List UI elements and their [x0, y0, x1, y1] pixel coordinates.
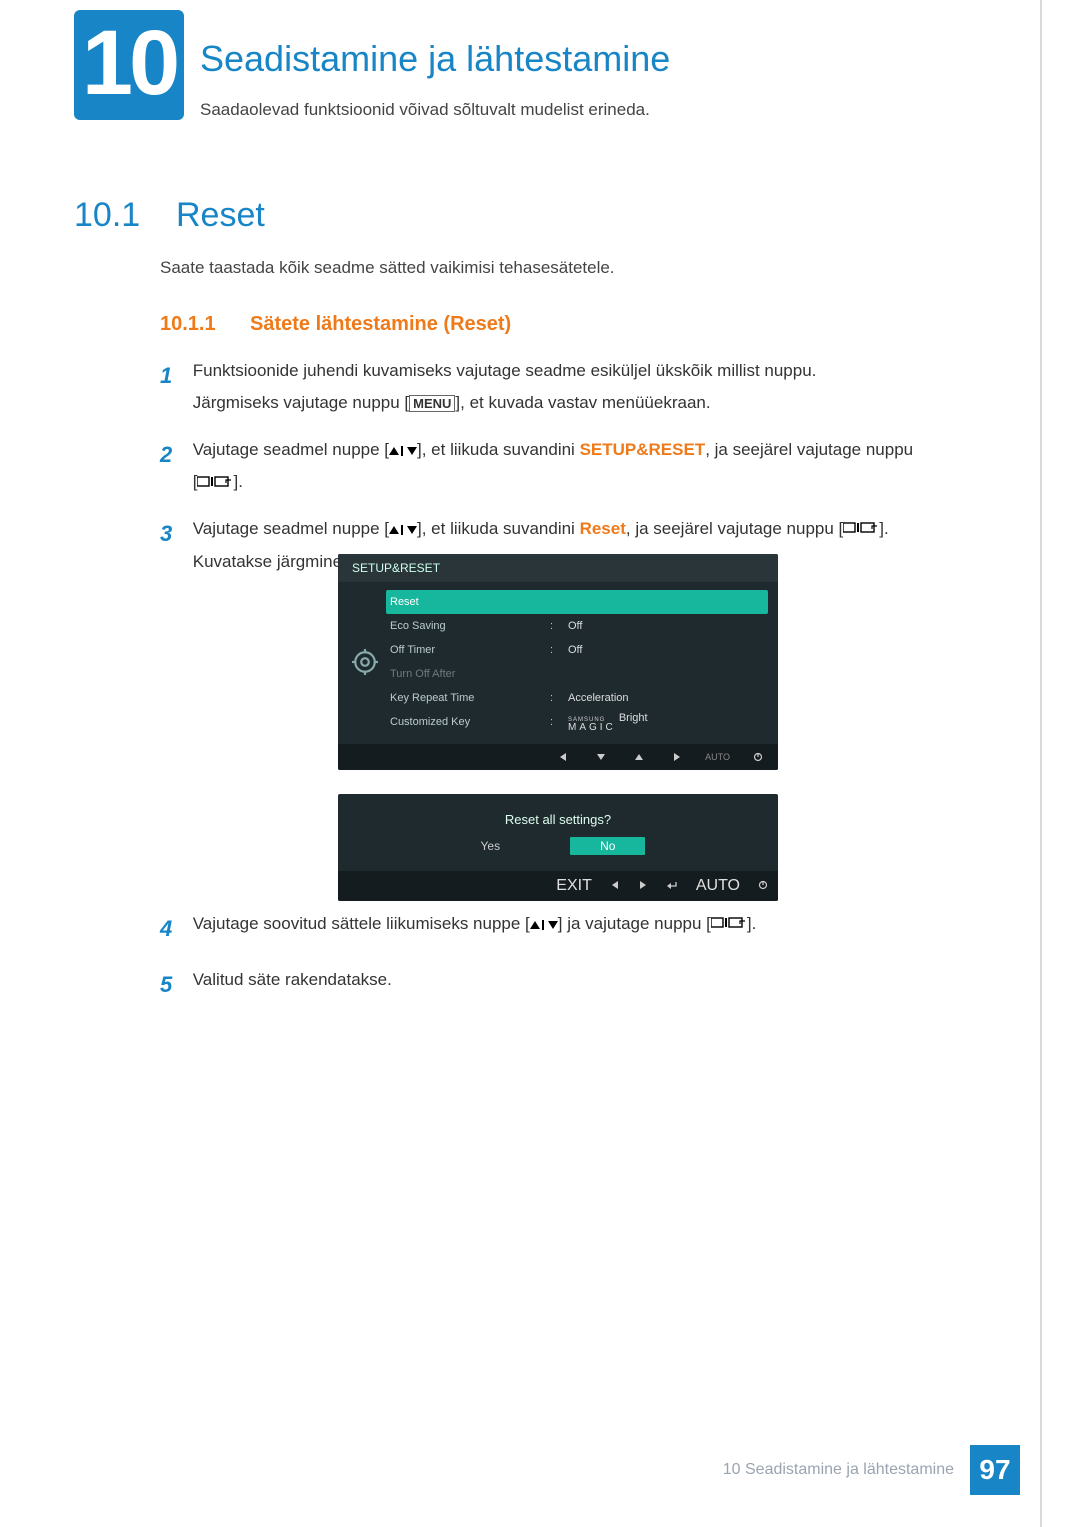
nav-down-icon [591, 750, 611, 764]
step-5: 5 Valitud säte rakendatakse. [160, 964, 990, 1006]
chapter-subtitle: Saadaolevad funktsioonid võivad sõltuval… [200, 100, 650, 120]
osd-value-text: Bright [619, 712, 648, 724]
dialog-question: Reset all settings? [338, 794, 778, 837]
dialog-exit-label: EXIT [556, 877, 592, 895]
step-text: ]. [879, 519, 888, 538]
page-footer: 10 Seadistamine ja lähtestamine 97 [723, 1445, 1020, 1495]
step-number: 1 [160, 355, 188, 397]
osd-value: Off [568, 620, 582, 632]
enter-icon [666, 877, 678, 895]
page-number-badge: 97 [970, 1445, 1020, 1495]
osd-row: Key Repeat Time:Acceleration [390, 686, 768, 710]
step-1: 1 Funktsioonide juhendi kuvamiseks vajut… [160, 355, 990, 420]
subsection-number: 10.1.1 [160, 313, 216, 336]
osd-label: Customized Key [390, 716, 550, 728]
step-text: ], et liikuda suvandini [417, 440, 580, 459]
page-border-right [1040, 0, 1042, 1527]
step-text: ] ja vajutage nuppu [ [558, 914, 711, 933]
osd-title: SETUP&RESET [338, 554, 778, 582]
osd-footer-auto: AUTO [705, 752, 730, 762]
footer-chapter-ref: 10 Seadistamine ja lähtestamine [723, 1461, 954, 1479]
step-text: , ja seejärel vajutage nuppu [705, 440, 913, 459]
osd-label: Off Timer [390, 644, 550, 656]
menu-target: Reset [580, 519, 626, 538]
step-text: Vajutage soovitud sättele liikumiseks nu… [193, 914, 530, 933]
step-text: ]. [233, 472, 242, 491]
step-text: ], et kuvada vastav menüüekraan. [455, 393, 710, 412]
step-number: 5 [160, 964, 188, 1006]
step-number: 4 [160, 908, 188, 950]
enter-source-icon [843, 513, 879, 545]
step-text: ]. [747, 914, 756, 933]
nav-right-icon [638, 877, 648, 895]
osd-label: Key Repeat Time [390, 692, 550, 704]
section-title: Reset [176, 196, 265, 235]
osd-value: Off [568, 644, 582, 656]
step-2: 2 Vajutage seadmel nuppe [ ], et liikuda … [160, 434, 990, 499]
step-text: Vajutage seadmel nuppe [ [193, 519, 389, 538]
osd-footer: AUTO [338, 744, 778, 770]
menu-target: SETUP&RESET [580, 440, 706, 459]
enter-source-icon [197, 467, 233, 499]
chapter-number-badge: 10 [74, 10, 184, 120]
subsection-title: Sätete lähtestamine (Reset) [250, 313, 511, 336]
step-text: Järgmiseks vajutage nuppu [ [193, 393, 409, 412]
osd-row: Off Timer:Off [390, 638, 768, 662]
osd-screenshot-group: SETUP&RESET Reset Eco Saving:Off Off Tim… [338, 554, 778, 901]
up-down-icon [389, 434, 417, 466]
gear-icon [348, 590, 382, 734]
chapter-number: 10 [82, 11, 176, 116]
dialog-footer: EXIT AUTO [338, 871, 778, 901]
osd-value: SAMSUNGMAGIC Bright [568, 712, 648, 733]
osd-label: Reset [390, 596, 550, 608]
step-text: Vajutage seadmel nuppe [ [193, 440, 389, 459]
osd-row-disabled: Turn Off After [390, 662, 768, 686]
section-number: 10.1 [74, 196, 140, 235]
osd-value: Acceleration [568, 692, 629, 704]
nav-left-icon [610, 877, 620, 895]
osd-row: Eco Saving:Off [390, 614, 768, 638]
nav-right-icon [667, 750, 687, 764]
dialog-yes-option: Yes [471, 837, 511, 855]
section-intro: Saate taastada kõik seadme sätted vaikim… [160, 258, 615, 278]
osd-label: Turn Off After [390, 668, 550, 680]
step-4: 4 Vajutage soovitud sättele liikumiseks … [160, 908, 990, 950]
osd-menu: SETUP&RESET Reset Eco Saving:Off Off Tim… [338, 554, 778, 770]
step-number: 2 [160, 434, 188, 476]
up-down-icon [389, 513, 417, 545]
step-text: ], et liikuda suvandini [417, 519, 580, 538]
power-icon [748, 750, 768, 764]
osd-row: Customized Key:SAMSUNGMAGIC Bright [390, 710, 768, 734]
nav-up-icon [629, 750, 649, 764]
dialog-no-option-selected: No [570, 837, 645, 855]
step-text: , ja seejärel vajutage nuppu [ [626, 519, 843, 538]
power-icon [758, 877, 768, 895]
reset-confirm-dialog: Reset all settings? Yes No EXIT AUTO [338, 794, 778, 901]
dialog-auto-label: AUTO [696, 877, 740, 895]
step-text: Valitud säte rakendatakse. [193, 970, 392, 989]
brand-label: MAGIC [568, 723, 616, 733]
nav-left-icon [553, 750, 573, 764]
up-down-icon [530, 908, 558, 940]
menu-button-label: MENU [409, 395, 455, 412]
chapter-title: Seadistamine ja lähtestamine [200, 38, 670, 80]
step-number: 3 [160, 513, 188, 555]
osd-row-selected: Reset [386, 590, 768, 614]
enter-source-icon [711, 908, 747, 940]
osd-label: Eco Saving [390, 620, 550, 632]
step-text: Funktsioonide juhendi kuvamiseks vajutag… [193, 361, 817, 380]
